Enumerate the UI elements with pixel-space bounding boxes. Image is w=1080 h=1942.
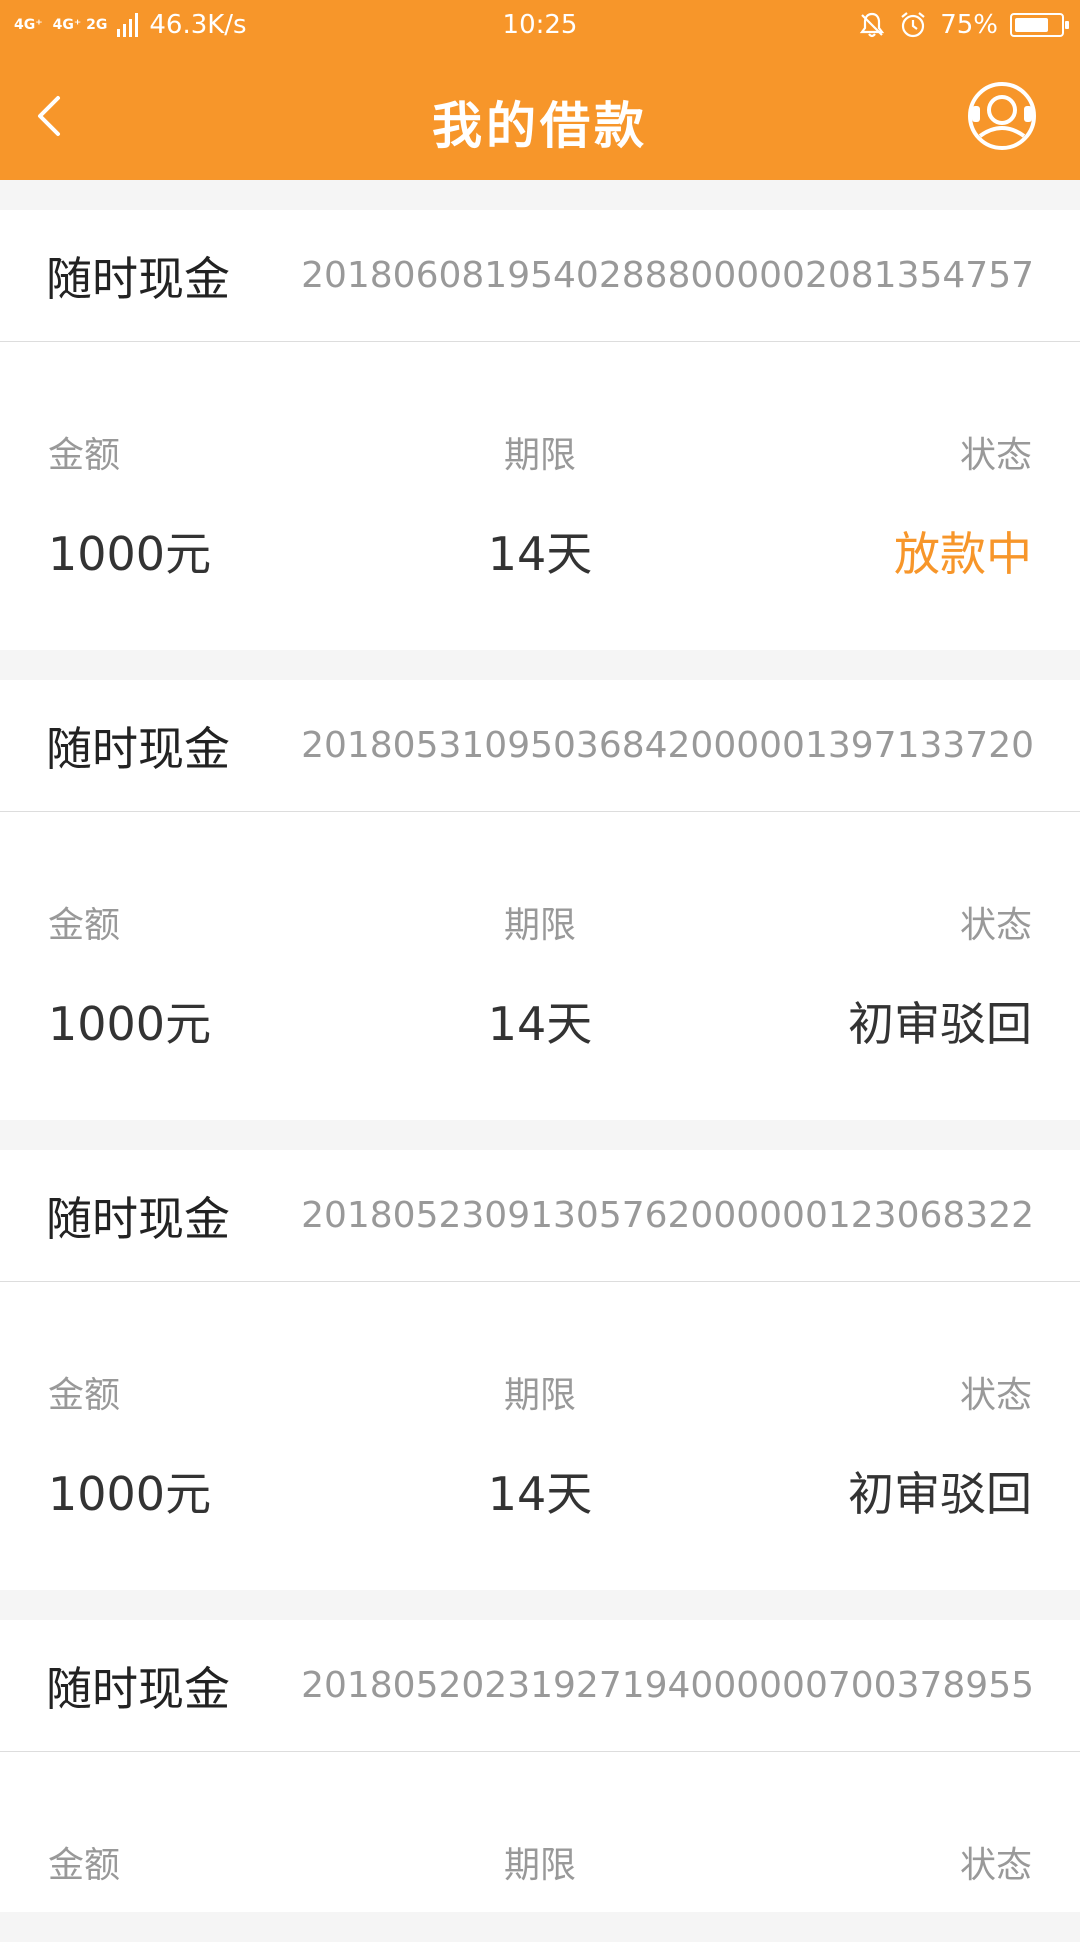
product-name: 随时现金 xyxy=(46,1191,230,1246)
status-column: 状态 xyxy=(960,1836,1032,1888)
loan-card[interactable]: 随时现金 20180523091305762000000123068322 金额… xyxy=(0,1150,1080,1590)
product-name: 随时现金 xyxy=(46,721,230,776)
loan-card[interactable]: 随时现金 20180531095036842000001397133720 金额… xyxy=(0,680,1080,1120)
product-name: 随时现金 xyxy=(46,1661,230,1716)
loan-card-body: 金额 1000元 期限 14天 状态 初审驳回 xyxy=(0,1282,1080,1590)
loan-card[interactable]: 随时现金 20180520231927194000000700378955 金额… xyxy=(0,1620,1080,1912)
loan-card-body: 金额 1000元 期限 14天 状态 放款中 xyxy=(0,342,1080,650)
battery-icon xyxy=(1010,13,1069,37)
status-value: 放款中 xyxy=(894,527,1032,581)
battery-percent: 75% xyxy=(940,10,998,40)
status-label: 状态 xyxy=(959,435,1032,476)
alarm-clock-icon xyxy=(901,12,925,38)
status-right: 75% xyxy=(858,10,1069,40)
loan-card-header: 随时现金 20180608195402888000002081354757 xyxy=(0,210,1080,342)
status-label: 状态 xyxy=(959,1375,1032,1416)
loan-list: 随时现金 20180608195402888000002081354757 金额… xyxy=(0,210,1080,1942)
order-number: 20180531095036842000001397133720 xyxy=(301,725,1034,766)
clock: 10:25 xyxy=(502,10,578,40)
status-column: 状态 初审驳回 xyxy=(848,896,1032,1054)
status-bar: 4G⁺ 4G⁺ 2G 46.3K/s 10:25 75% xyxy=(0,0,1080,56)
status-label: 状态 xyxy=(959,1845,1032,1886)
loan-card[interactable]: 随时现金 20180608195402888000002081354757 金额… xyxy=(0,210,1080,650)
battery-level xyxy=(1015,18,1048,32)
order-number: 20180608195402888000002081354757 xyxy=(301,255,1034,296)
status-value: 初审驳回 xyxy=(848,1467,1032,1521)
product-name: 随时现金 xyxy=(46,251,230,306)
loan-card-header: 随时现金 20180523091305762000000123068322 xyxy=(0,1150,1080,1282)
loan-card-body: 金额 期限 状态 xyxy=(0,1752,1080,1912)
order-number: 20180523091305762000000123068322 xyxy=(301,1195,1034,1236)
loan-card-header: 随时现金 20180520231927194000000700378955 xyxy=(0,1620,1080,1752)
status-column: 状态 放款中 xyxy=(894,426,1032,584)
order-number: 20180520231927194000000700378955 xyxy=(301,1665,1034,1706)
status-label: 状态 xyxy=(959,905,1032,946)
loan-card-body: 金额 1000元 期限 14天 状态 初审驳回 xyxy=(0,812,1080,1120)
loan-card-header: 随时现金 20180531095036842000001397133720 xyxy=(0,680,1080,812)
status-value: 初审驳回 xyxy=(848,997,1032,1051)
nav-bar: 我的借款 xyxy=(0,56,1080,180)
status-column: 状态 初审驳回 xyxy=(848,1366,1032,1524)
bell-muted-icon xyxy=(860,12,885,38)
headset-icon xyxy=(968,82,1036,150)
page-title: 我的借款 xyxy=(432,97,648,155)
term-label: 期限 xyxy=(503,1845,576,1886)
term-column: 期限 xyxy=(0,1836,1080,1888)
app-header: 4G⁺ 4G⁺ 2G 46.3K/s 10:25 75% 我的借款 xyxy=(0,0,1080,180)
customer-service-button[interactable] xyxy=(966,80,1038,152)
